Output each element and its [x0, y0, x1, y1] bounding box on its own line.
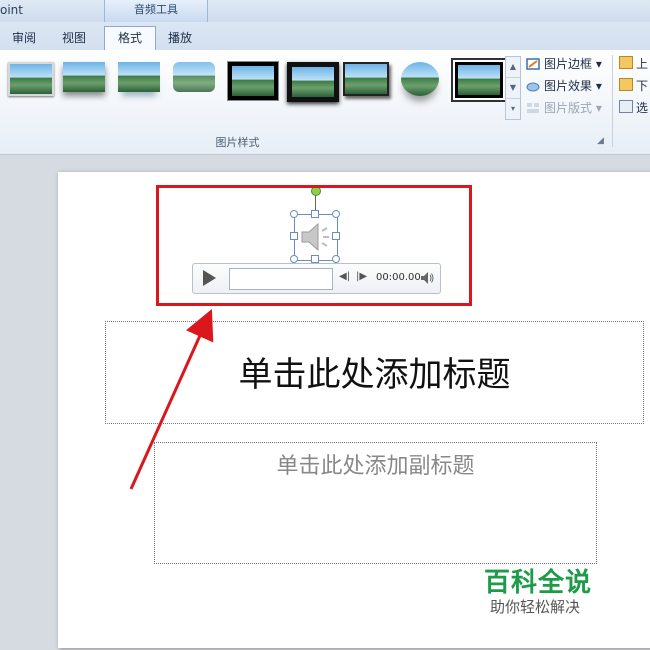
annotation-arrow [129, 309, 214, 490]
watermark-slogan: 助你轻松解决 [490, 598, 581, 616]
watermark-brand: 百科全说 [484, 568, 593, 598]
